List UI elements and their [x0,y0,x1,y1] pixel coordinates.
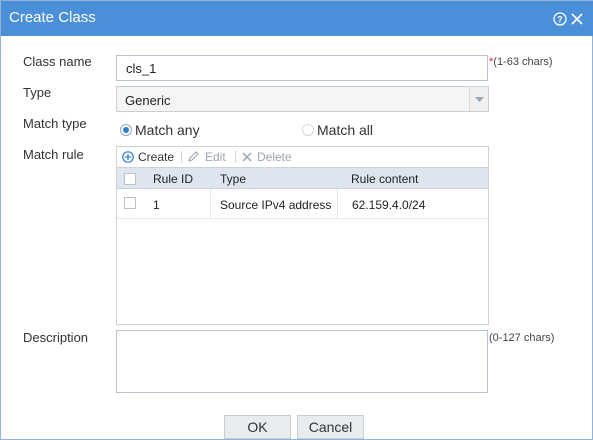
match-any-radio[interactable]: Match any [120,121,220,139]
create-class-dialog: Create Class ? Class name *(1-63 chars) … [0,0,593,440]
match-all-radio[interactable]: Match all [302,121,392,139]
column-header-rule-id: Rule ID [153,172,194,186]
delete-rule-label: Delete [257,150,292,164]
description-textarea[interactable] [116,330,488,393]
column-header-rule-content: Rule content [351,172,419,186]
row-checkbox[interactable] [124,197,136,209]
delete-rule-button[interactable]: Delete [241,149,301,165]
rule-toolbar: Create Edit Delete [117,147,488,167]
add-icon [122,151,134,163]
toolbar-divider [235,151,236,163]
type-select-value: Generic [125,93,171,108]
table-row[interactable]: 1 Source IPv4 address 62.159.4.0/24 [117,189,488,219]
match-rule-label: Match rule [23,147,84,162]
match-rule-panel: Create Edit Delete Rule ID Type Rule con… [116,146,489,325]
dialog-titlebar: Create Class ? [1,1,593,36]
rule-type-cell: Source IPv4 address [220,198,332,212]
help-icon[interactable]: ? [553,12,567,26]
edit-rule-label: Edit [205,150,226,164]
type-dropdown-button[interactable] [469,87,488,111]
cancel-button[interactable]: Cancel [297,415,364,439]
pencil-icon [188,151,199,162]
class-name-label: Class name [23,54,92,69]
radio-selected-icon [120,124,132,136]
rule-table-header: Rule ID Type Rule content [117,167,488,189]
delete-x-icon [242,152,252,162]
class-name-hint: *(1-63 chars) [489,56,553,68]
match-type-label: Match type [23,116,87,131]
column-header-type: Type [220,172,247,186]
create-rule-button[interactable]: Create [122,149,180,165]
ok-button[interactable]: OK [224,415,291,439]
description-length-hint: (0-127 chars) [489,332,555,344]
column-divider [337,189,338,218]
create-rule-label: Create [138,150,175,164]
match-all-label: Match all [317,122,374,138]
class-name-input[interactable] [116,55,488,81]
column-divider [210,189,211,218]
radio-unselected-icon [302,124,314,136]
dialog-title: Create Class [9,9,96,26]
edit-rule-button[interactable]: Edit [187,149,235,165]
close-icon[interactable] [570,12,584,26]
class-name-length-hint: (1-63 chars) [493,56,553,68]
rule-id-cell: 1 [153,198,160,212]
svg-text:?: ? [557,15,563,25]
rule-content-cell: 62.159.4.0/24 [352,198,426,212]
type-select[interactable]: Generic [116,86,489,112]
type-label: Type [23,85,52,100]
select-all-checkbox[interactable] [124,173,136,185]
description-label: Description [23,330,89,345]
match-any-label: Match any [135,122,200,138]
toolbar-divider [181,151,182,163]
radio-dot [123,127,129,133]
chevron-down-icon [475,97,484,102]
